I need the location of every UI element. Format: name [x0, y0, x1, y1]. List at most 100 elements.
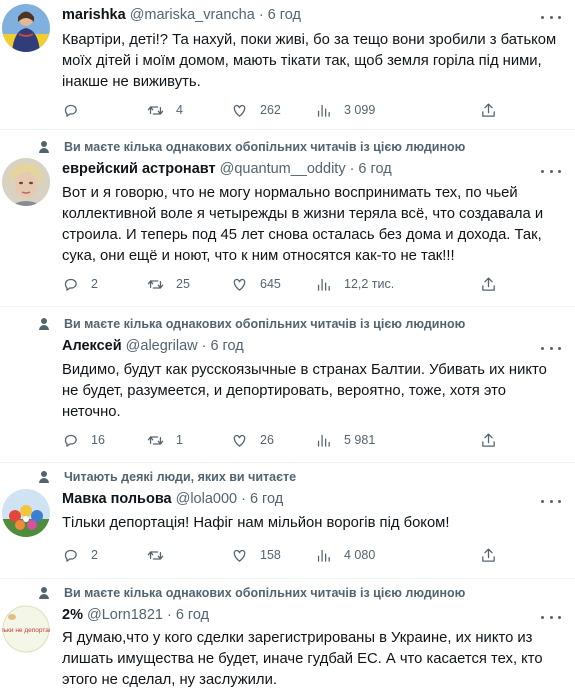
tweet-actions: 2 158 4 080 [62, 545, 532, 565]
views-icon [317, 278, 330, 291]
views-button[interactable]: 5 981 [315, 430, 375, 450]
retweet-button[interactable]: 25 [147, 274, 190, 294]
tweet[interactable]: Ви маєте кілька однакових обопільних чит… [0, 130, 575, 307]
tweet[interactable]: marishka @mariska_vrancha · 6 год Кварті… [0, 0, 575, 130]
like-button[interactable]: 262 [231, 100, 281, 120]
share-button[interactable] [480, 430, 509, 450]
views-button[interactable]: 4 080 [315, 545, 375, 565]
avatar[interactable] [2, 158, 50, 206]
author-name[interactable]: 2% [62, 607, 83, 623]
tweet-text: Вот и я говорю, что не могу нормально во… [62, 185, 544, 264]
social-context: Читають деякі люди, яких ви читаєте [38, 470, 296, 484]
reply-button[interactable]: 2 [62, 545, 98, 565]
share-icon [482, 102, 495, 117]
retweet-icon [147, 435, 164, 445]
tweet[interactable]: Ви маєте кілька однакових обопільних чит… [0, 307, 575, 463]
person-icon [38, 318, 50, 330]
author-name[interactable]: еврейский астронавт [62, 161, 216, 177]
author-handle[interactable]: @quantum__oddity [220, 161, 346, 177]
views-icon [317, 104, 330, 117]
tweet-actions: 4 262 3 099 [62, 100, 532, 120]
tweet-text: Квартіри, деті!? Та нахуй, поки живі, бо… [62, 32, 557, 90]
share-icon [482, 276, 495, 291]
like-button[interactable]: 26 [231, 430, 274, 450]
author-name[interactable]: Алексей [62, 338, 122, 354]
more-icon[interactable] [541, 164, 561, 178]
retweet-button[interactable]: 4 [147, 100, 183, 120]
author-handle[interactable]: @lola000 [176, 491, 237, 507]
view-count: 4 080 [344, 548, 376, 562]
reply-icon [64, 549, 77, 562]
like-button[interactable]: 158 [231, 545, 281, 565]
share-button[interactable] [480, 100, 509, 120]
retweet-count: 1 [176, 433, 183, 447]
share-icon [482, 432, 495, 447]
share-button[interactable] [480, 545, 509, 565]
tweet-text: Я думаю,что у кого сделки зарегистрирова… [62, 630, 543, 688]
separator-dot: · [201, 338, 207, 354]
reply-button[interactable] [62, 100, 91, 120]
timestamp[interactable]: 6 год [210, 338, 243, 354]
view-count: 3 099 [344, 103, 376, 117]
tweet-header: marishka @mariska_vrancha · 6 год [62, 7, 301, 23]
reply-count: 16 [91, 433, 105, 447]
views-icon [317, 434, 330, 447]
social-context-text: Читають деякі люди, яких ви читаєте [64, 470, 297, 484]
avatar[interactable] [2, 4, 50, 52]
view-count: 5 981 [344, 433, 376, 447]
retweet-icon [147, 550, 164, 560]
separator-dot: · [258, 7, 264, 23]
tweet-actions: 2 25 645 12,2 тис. [62, 274, 532, 294]
retweet-count: 25 [176, 277, 190, 291]
tweet[interactable]: Ви маєте кілька однакових обопільних чит… [0, 579, 575, 692]
reply-button[interactable]: 2 [62, 274, 98, 294]
timestamp[interactable]: 6 год [176, 607, 209, 623]
retweet-button[interactable]: 1 [147, 430, 183, 450]
reply-button[interactable]: 16 [62, 430, 105, 450]
retweet-button[interactable] [147, 545, 176, 565]
social-context-text: Ви маєте кілька однакових обопільних чит… [64, 317, 466, 331]
views-button[interactable]: 3 099 [315, 100, 375, 120]
reply-count: 2 [91, 548, 98, 562]
like-button[interactable]: 645 [231, 274, 281, 294]
avatar-badge-text: Тільки не депортація [2, 626, 50, 634]
like-icon [233, 278, 246, 291]
timestamp[interactable]: 6 год [358, 161, 391, 177]
more-icon[interactable] [541, 494, 561, 508]
person-icon [38, 471, 50, 483]
like-icon [233, 549, 246, 562]
avatar[interactable] [2, 335, 50, 383]
tweet-actions: 16 1 26 5 981 [62, 430, 532, 450]
tweet[interactable]: Читають деякі люди, яких ви читаєте Мавк… [0, 463, 575, 579]
timestamp[interactable]: 6 год [250, 491, 283, 507]
like-count: 26 [260, 433, 274, 447]
retweet-count: 4 [176, 103, 183, 117]
author-handle[interactable]: @mariska_vrancha [130, 7, 255, 23]
views-button[interactable]: 12,2 тис. [315, 274, 394, 294]
avatar[interactable]: Тільки не депортація [2, 605, 50, 653]
reply-count: 2 [91, 277, 98, 291]
separator-dot: · [166, 607, 172, 623]
share-button[interactable] [480, 274, 509, 294]
author-handle[interactable]: @alegrilaw [126, 338, 198, 354]
more-icon[interactable] [541, 610, 561, 624]
more-icon[interactable] [541, 341, 561, 355]
separator-dot: · [349, 161, 355, 177]
social-context: Ви маєте кілька однакових обопільних чит… [38, 140, 465, 154]
author-name[interactable]: marishka [62, 7, 126, 23]
avatar[interactable] [2, 489, 50, 537]
retweet-icon [147, 279, 164, 289]
author-name[interactable]: Мавка польова [62, 491, 172, 507]
author-handle[interactable]: @Lorn1821 [87, 607, 163, 623]
person-icon [38, 587, 50, 599]
more-icon[interactable] [541, 10, 561, 24]
timestamp[interactable]: 6 год [268, 7, 301, 23]
tweet-text: Тільки депортація! Нафіг нам мільйон вор… [62, 515, 450, 531]
tweet-header: 2% @Lorn1821 · 6 год [62, 607, 209, 623]
views-icon [317, 549, 330, 562]
like-icon [233, 104, 246, 117]
reply-icon [64, 434, 77, 447]
person-icon [38, 141, 50, 153]
tweet-header: Алексей @alegrilaw · 6 год [62, 338, 244, 354]
like-icon [233, 434, 246, 447]
